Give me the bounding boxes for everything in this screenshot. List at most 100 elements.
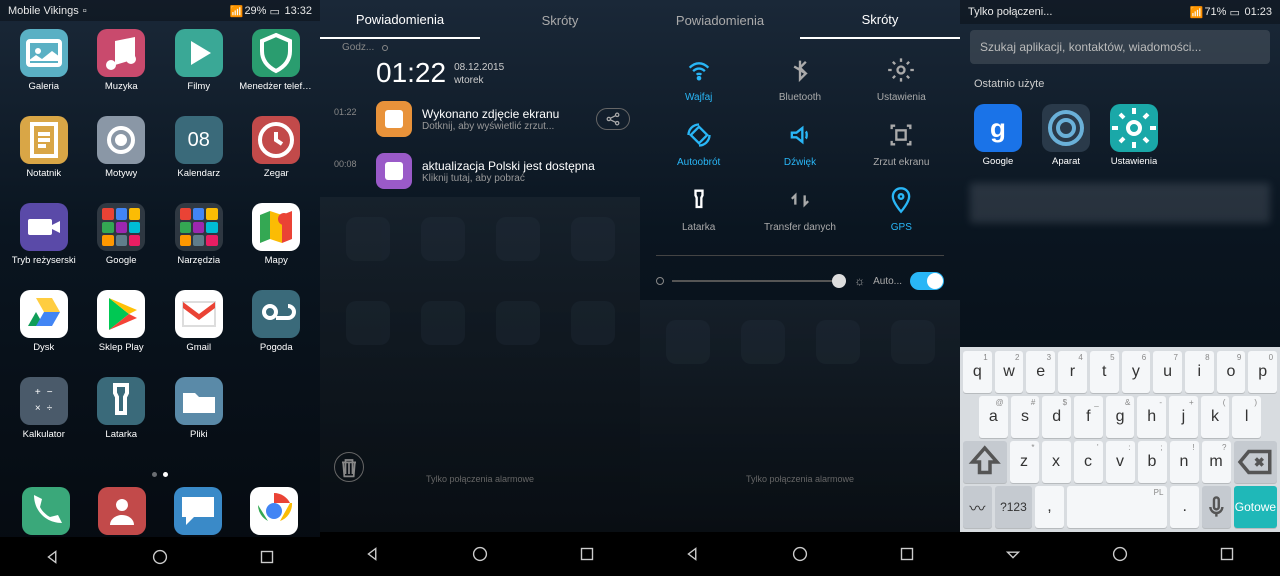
share-button[interactable]: [596, 108, 630, 130]
app-tryb-reżyserski[interactable]: Tryb reżyserski: [6, 203, 82, 286]
app-label: Motywy: [105, 168, 137, 179]
done-key[interactable]: Gotowe: [1234, 486, 1277, 528]
key-g[interactable]: &g: [1106, 396, 1135, 438]
key-l[interactable]: )l: [1232, 396, 1261, 438]
back-button[interactable]: [362, 543, 384, 565]
app-zegar[interactable]: Zegar: [239, 116, 315, 199]
qs-latarka[interactable]: Latarka: [648, 186, 749, 233]
qs-dźwięk[interactable]: Dźwięk: [749, 121, 850, 168]
app-phone[interactable]: [22, 487, 70, 535]
app-dysk[interactable]: Dysk: [6, 290, 82, 373]
key-w[interactable]: 2w: [995, 351, 1024, 393]
tab-shortcuts[interactable]: Skróty: [800, 2, 960, 39]
back-button[interactable]: [42, 546, 64, 568]
recent-button[interactable]: [576, 543, 598, 565]
key-u[interactable]: 7u: [1153, 351, 1182, 393]
app-contacts[interactable]: [98, 487, 146, 535]
app-label: Sklep Play: [99, 342, 144, 353]
recent-button[interactable]: [256, 546, 278, 568]
key-k[interactable]: (k: [1201, 396, 1230, 438]
app-google[interactable]: gGoogle: [974, 104, 1022, 167]
home-button[interactable]: [469, 543, 491, 565]
key-h[interactable]: -h: [1137, 396, 1166, 438]
hide-keyboard-button[interactable]: [1002, 543, 1024, 565]
home-button[interactable]: [789, 543, 811, 565]
qs-label: Bluetooth: [779, 92, 821, 103]
app-kalkulator[interactable]: +−×÷Kalkulator: [6, 377, 82, 460]
key-i[interactable]: 8i: [1185, 351, 1214, 393]
search-box[interactable]: [970, 30, 1270, 64]
key-d[interactable]: $d: [1042, 396, 1071, 438]
key-r[interactable]: 4r: [1058, 351, 1087, 393]
qs-autoobrót[interactable]: Autoobrót: [648, 121, 749, 168]
mic-key[interactable]: [1202, 486, 1231, 528]
qs-bluetooth[interactable]: Bluetooth: [749, 56, 850, 103]
key-m[interactable]: ?m: [1202, 441, 1231, 483]
key-a[interactable]: @a: [979, 396, 1008, 438]
shade-clock: 01:22: [376, 57, 446, 89]
theme-icon: [97, 116, 145, 164]
shift-key[interactable]: [963, 441, 1007, 483]
key-y[interactable]: 6y: [1122, 351, 1151, 393]
app-menedżer-telefonu[interactable]: Menedżer telefonu: [239, 29, 315, 112]
app-latarka[interactable]: Latarka: [84, 377, 160, 460]
tab-shortcuts[interactable]: Skróty: [480, 3, 640, 38]
key-z[interactable]: *z: [1010, 441, 1039, 483]
app-filmy[interactable]: Filmy: [161, 29, 237, 112]
key-p[interactable]: 0p: [1248, 351, 1277, 393]
app-pogoda[interactable]: Pogoda: [239, 290, 315, 373]
key-f[interactable]: _f: [1074, 396, 1103, 438]
app-muzyka[interactable]: Muzyka: [84, 29, 160, 112]
search-input[interactable]: [980, 40, 1260, 54]
weather-icon: [252, 290, 300, 338]
key-comma[interactable]: ,: [1035, 486, 1064, 528]
app-messages[interactable]: [174, 487, 222, 535]
app-motywy[interactable]: Motywy: [84, 116, 160, 199]
home-button[interactable]: [1109, 543, 1131, 565]
app-mapy[interactable]: Mapy: [239, 203, 315, 286]
qs-transfer-danych[interactable]: Transfer danych: [749, 186, 850, 233]
app-sklep-play[interactable]: Sklep Play: [84, 290, 160, 373]
symbols-key[interactable]: ?123: [995, 486, 1032, 528]
app-aparat[interactable]: Aparat: [1042, 104, 1090, 167]
recent-button[interactable]: [896, 543, 918, 565]
swype-key[interactable]: 〰: [963, 486, 992, 528]
space-key[interactable]: PL: [1067, 486, 1168, 528]
backspace-key[interactable]: [1234, 441, 1278, 483]
qs-zrzut-ekranu[interactable]: Zrzut ekranu: [851, 121, 952, 168]
key-e[interactable]: 3e: [1026, 351, 1055, 393]
qs-ustawienia[interactable]: Ustawienia: [851, 56, 952, 103]
app-notatnik[interactable]: Notatnik: [6, 116, 82, 199]
key-o[interactable]: 9o: [1217, 351, 1246, 393]
gear-icon: [1110, 104, 1158, 152]
app-narzędzia[interactable]: Narzędzia: [161, 203, 237, 286]
key-b[interactable]: ;b: [1138, 441, 1167, 483]
home-button[interactable]: [149, 546, 171, 568]
app-pliki[interactable]: Pliki: [161, 377, 237, 460]
brightness-slider[interactable]: [672, 280, 846, 282]
tab-notifications[interactable]: Powiadomienia: [640, 3, 800, 38]
recent-button[interactable]: [1216, 543, 1238, 565]
auto-brightness-toggle[interactable]: [910, 272, 944, 290]
key-q[interactable]: 1q: [963, 351, 992, 393]
tab-notifications[interactable]: Powiadomienia: [320, 2, 480, 39]
key-n[interactable]: !n: [1170, 441, 1199, 483]
back-button[interactable]: [682, 543, 704, 565]
key-s[interactable]: #s: [1011, 396, 1040, 438]
qs-wajfaj[interactable]: Wajfaj: [648, 56, 749, 103]
app-galeria[interactable]: Galeria: [6, 29, 82, 112]
app-google[interactable]: Google: [84, 203, 160, 286]
key-c[interactable]: 'c: [1074, 441, 1103, 483]
notification-item[interactable]: 01:22 Wykonano zdjęcie ekranu Dotknij, a…: [320, 93, 640, 145]
key-v[interactable]: :v: [1106, 441, 1135, 483]
key-t[interactable]: 5t: [1090, 351, 1119, 393]
app-ustawienia[interactable]: Ustawienia: [1110, 104, 1158, 167]
qs-gps[interactable]: GPS: [851, 186, 952, 233]
app-chrome[interactable]: [250, 487, 298, 535]
app-kalendarz[interactable]: 08Kalendarz: [161, 116, 237, 199]
key-period[interactable]: .: [1170, 486, 1199, 528]
app-gmail[interactable]: Gmail: [161, 290, 237, 373]
key-x[interactable]: x: [1042, 441, 1071, 483]
key-j[interactable]: +j: [1169, 396, 1198, 438]
notification-item[interactable]: 00:08 aktualizacja Polski jest dostępna …: [320, 145, 640, 197]
